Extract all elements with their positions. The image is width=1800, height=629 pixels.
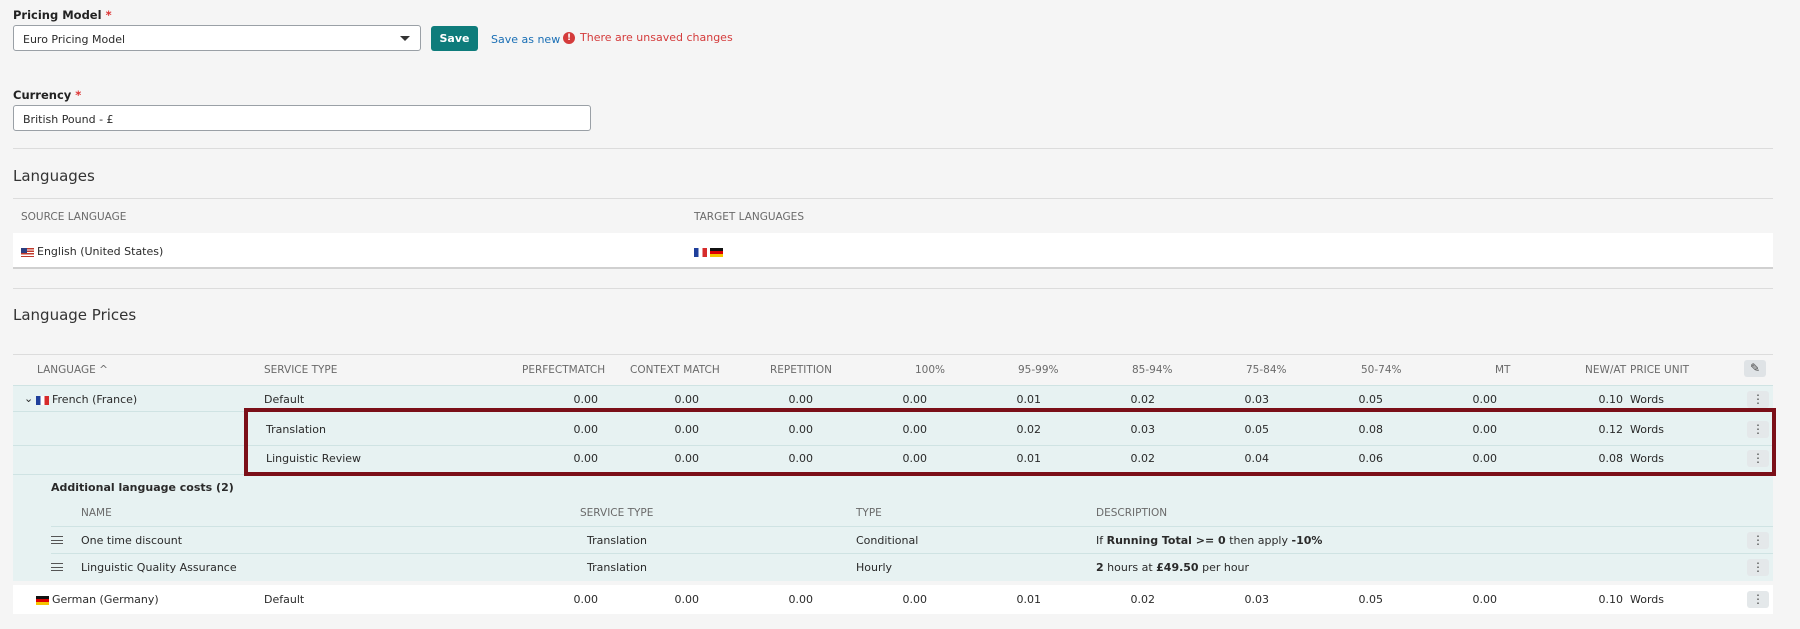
currency-label: Currency *: [13, 88, 82, 102]
add-cost-name: One time discount: [81, 534, 183, 547]
drag-handle-icon[interactable]: [51, 536, 63, 544]
col-85-94: 85-94%: [1132, 364, 1173, 376]
col-add-service: SERVICE TYPE: [580, 507, 654, 519]
col-repetition: REPETITION: [770, 364, 833, 376]
cell-85-94: 0.02: [1130, 593, 1156, 606]
sort-asc-icon: ^: [99, 364, 108, 376]
divider: [13, 288, 1773, 289]
row-divider: [51, 526, 1773, 527]
flag-de-icon: [710, 247, 723, 257]
cell-95-99: 0.01: [1016, 393, 1042, 406]
cell-50-74: 0.05: [1358, 393, 1384, 406]
cell-mt: 0.00: [1472, 593, 1498, 606]
more-vertical-icon: ⋮: [1752, 560, 1764, 574]
add-cost-description: 2 hours at £49.50 per hour: [1096, 561, 1250, 574]
col-new-at: NEW/AT: [1585, 364, 1627, 376]
add-cost-service: Translation: [587, 561, 647, 574]
row-service-type: Default: [264, 593, 305, 606]
col-target-languages: TARGET LANGUAGES: [694, 211, 804, 223]
cell-repetition: 0.00: [788, 593, 814, 606]
alert-icon: !: [563, 31, 575, 44]
col-perfectmatch: PERFECTMATCH: [522, 364, 606, 376]
chevron-down-icon: [400, 36, 410, 41]
more-vertical-icon: ⋮: [1752, 533, 1764, 547]
unsaved-warning: ! There are unsaved changes: [563, 31, 733, 44]
cell-perfectmatch: 0.00: [573, 393, 599, 406]
flag-us-icon: [21, 247, 34, 257]
cell-context-match: 0.00: [674, 393, 700, 406]
divider: [13, 198, 1773, 199]
cell-85-94: 0.02: [1130, 393, 1156, 406]
add-cost-name: Linguistic Quality Assurance: [81, 561, 237, 574]
col-add-type: TYPE: [856, 507, 882, 519]
pricing-model-label: Pricing Model *: [13, 8, 112, 22]
currency-input[interactable]: British Pound - £: [13, 105, 591, 131]
cell-new-at: 0.10: [1598, 593, 1624, 606]
flag-fr-icon: [36, 395, 49, 405]
cell-mt: 0.00: [1472, 393, 1498, 406]
row-menu-button[interactable]: ⋮: [1747, 532, 1769, 549]
cell-perfectmatch: 0.00: [573, 593, 599, 606]
col-mt: MT: [1495, 364, 1511, 376]
additional-costs-title: Additional language costs (2): [51, 481, 234, 494]
chevron-down-icon: ⌄: [24, 392, 34, 405]
cell-price-unit: Words: [1630, 393, 1665, 406]
add-cost-type: Conditional: [856, 534, 919, 547]
col-price-unit: PRICE UNIT: [1630, 364, 1690, 376]
cell-repetition: 0.00: [788, 393, 814, 406]
drag-handle-icon[interactable]: [51, 563, 63, 571]
languages-row: [13, 233, 1773, 269]
cell-75-84: 0.03: [1244, 593, 1270, 606]
add-cost-service: Translation: [587, 534, 647, 547]
divider: [13, 148, 1773, 149]
save-as-new-link[interactable]: Save as new: [491, 33, 560, 46]
row-language: German (Germany): [36, 593, 159, 606]
row-service-type: Default: [264, 393, 305, 406]
more-vertical-icon: ⋮: [1752, 592, 1764, 606]
pricing-model-select[interactable]: Euro Pricing Model: [13, 25, 421, 51]
col-75-84: 75-84%: [1246, 364, 1287, 376]
divider: [13, 354, 1773, 355]
add-cost-description: If Running Total >= 0 then apply -10%: [1096, 534, 1323, 547]
languages-title: Languages: [13, 167, 95, 185]
col-100: 100%: [915, 364, 946, 376]
highlight-box: [244, 408, 1776, 476]
source-language: English (United States): [21, 245, 163, 258]
flag-fr-icon: [694, 247, 707, 257]
save-button[interactable]: Save: [431, 26, 478, 51]
row-language: French (France): [36, 393, 137, 406]
target-languages-flags: [694, 245, 726, 258]
expand-toggle[interactable]: ⌄: [24, 392, 33, 405]
cell-context-match: 0.00: [674, 593, 700, 606]
col-95-99: 95-99%: [1018, 364, 1059, 376]
row-menu-button[interactable]: ⋮: [1747, 559, 1769, 576]
cell-price-unit: Words: [1630, 593, 1665, 606]
cell-new-at: 0.10: [1598, 393, 1624, 406]
col-50-74: 50-74%: [1361, 364, 1402, 376]
cell-100: 0.00: [902, 593, 928, 606]
flag-de-icon: [36, 595, 49, 605]
edit-columns-button[interactable]: ✎: [1744, 360, 1766, 377]
row-menu-button[interactable]: ⋮: [1747, 391, 1769, 408]
col-language[interactable]: LANGUAGE ^: [37, 364, 108, 376]
language-prices-title: Language Prices: [13, 306, 137, 324]
row-divider: [51, 553, 1773, 554]
row-menu-button[interactable]: ⋮: [1747, 591, 1769, 608]
col-context-match: CONTEXT MATCH: [630, 364, 720, 376]
cell-95-99: 0.01: [1016, 593, 1042, 606]
add-cost-type: Hourly: [856, 561, 893, 574]
col-service-type: SERVICE TYPE: [264, 364, 338, 376]
col-source-language: SOURCE LANGUAGE: [21, 211, 127, 223]
cell-100: 0.00: [902, 393, 928, 406]
cell-50-74: 0.05: [1358, 593, 1384, 606]
col-add-name: NAME: [81, 507, 112, 519]
pencil-icon: ✎: [1749, 361, 1761, 375]
cell-75-84: 0.03: [1244, 393, 1270, 406]
col-add-description: DESCRIPTION: [1096, 507, 1168, 519]
more-vertical-icon: ⋮: [1752, 392, 1764, 406]
